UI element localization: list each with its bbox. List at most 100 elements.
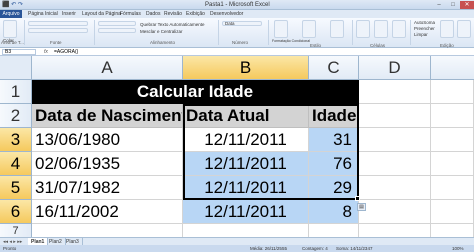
find-select-button[interactable] bbox=[457, 20, 471, 38]
status-count: Contagem: 4 bbox=[302, 246, 328, 251]
row-header-1[interactable]: 1 bbox=[0, 80, 32, 104]
current-date-cell[interactable]: 12/11/2011 bbox=[183, 128, 309, 152]
tab-file[interactable]: Arquivo bbox=[0, 10, 22, 18]
empty-cell[interactable] bbox=[359, 128, 431, 152]
delete-cells-button[interactable] bbox=[374, 20, 388, 38]
tab-page-layout[interactable]: Layout da Página bbox=[82, 10, 121, 18]
birth-date-cell[interactable]: 16/11/2002 bbox=[32, 200, 183, 224]
current-date-cell[interactable]: 12/11/2011 bbox=[183, 152, 309, 176]
indent-buttons[interactable] bbox=[98, 28, 136, 33]
empty-cell[interactable] bbox=[309, 224, 359, 238]
ribbon-divider bbox=[94, 20, 95, 45]
paste-button[interactable] bbox=[3, 20, 17, 38]
birth-date-cell[interactable]: 13/06/1980 bbox=[32, 128, 183, 152]
empty-cell[interactable] bbox=[359, 152, 431, 176]
empty-cell[interactable] bbox=[359, 80, 431, 104]
row-header-2[interactable]: 2 bbox=[0, 104, 32, 128]
row-header-5[interactable]: 5 bbox=[0, 176, 32, 200]
merge-center-button[interactable]: Mesclar e Centralizar bbox=[140, 29, 183, 34]
ribbon-divider bbox=[218, 20, 219, 45]
tab-formulas[interactable]: Fórmulas bbox=[120, 10, 141, 18]
cell-styles-button[interactable] bbox=[330, 20, 344, 38]
font-format-buttons[interactable] bbox=[28, 28, 88, 33]
ribbon-divider bbox=[410, 20, 411, 45]
autofill-options-icon[interactable]: ▤ bbox=[357, 203, 366, 211]
row-header-4[interactable]: 4 bbox=[0, 152, 32, 176]
window-title: Pasta1 - Microsoft Excel bbox=[205, 2, 270, 8]
minimize-icon[interactable]: – bbox=[433, 1, 445, 9]
status-sum: Soma: 14/11/2347 bbox=[336, 246, 373, 251]
header-cell-current-date[interactable]: Data Atual bbox=[183, 104, 309, 128]
empty-cell[interactable] bbox=[431, 224, 474, 238]
column-header-d[interactable]: D bbox=[359, 56, 431, 80]
sheet-tab-bar: ◂◂ ◂ ▸ ▸▸ Plan1 Plan2 Plan3 bbox=[0, 237, 474, 246]
empty-cell[interactable] bbox=[431, 128, 474, 152]
sort-filter-button[interactable] bbox=[440, 20, 454, 38]
select-all-corner[interactable] bbox=[0, 56, 32, 80]
fill-handle[interactable] bbox=[355, 196, 360, 201]
zoom-level[interactable]: 100% bbox=[452, 245, 464, 252]
font-name-select[interactable] bbox=[28, 21, 88, 26]
empty-cell[interactable] bbox=[359, 176, 431, 200]
tab-data[interactable]: Dados bbox=[146, 10, 160, 18]
ribbon-tabs: Arquivo Página Inicial Inserir Layout da… bbox=[0, 10, 474, 18]
tab-home[interactable]: Página Inicial bbox=[28, 10, 58, 18]
name-box[interactable]: B3 bbox=[2, 49, 36, 55]
status-mode: Pronto bbox=[3, 246, 17, 251]
sheet-title-cell[interactable]: Calcular Idade bbox=[32, 80, 359, 104]
empty-cell[interactable] bbox=[431, 152, 474, 176]
empty-cell[interactable] bbox=[359, 104, 431, 128]
empty-cell[interactable] bbox=[431, 200, 474, 224]
ribbon-divider bbox=[24, 20, 25, 45]
format-cells-button[interactable] bbox=[392, 20, 406, 38]
autosum-button[interactable]: AutoSoma bbox=[414, 20, 435, 25]
status-average: Média: 26/11/2555 bbox=[250, 246, 287, 251]
clear-button[interactable]: Limpar bbox=[414, 32, 428, 37]
insert-cells-button[interactable] bbox=[356, 20, 370, 38]
birth-date-cell[interactable]: 31/07/1982 bbox=[32, 176, 183, 200]
ribbon-divider bbox=[352, 20, 353, 45]
empty-cell[interactable] bbox=[183, 224, 309, 238]
column-header-a[interactable]: A bbox=[32, 56, 183, 80]
title-bar: ⬛ ↶ ↷ Pasta1 - Microsoft Excel – □ ✕ bbox=[0, 0, 474, 10]
fill-button[interactable]: Preencher bbox=[414, 26, 435, 31]
age-cell[interactable]: 29 bbox=[309, 176, 359, 200]
tab-view[interactable]: Exibição bbox=[186, 10, 205, 18]
group-font: Fonte bbox=[50, 40, 62, 45]
row-header-7[interactable]: 7 bbox=[0, 224, 32, 238]
column-header-e[interactable] bbox=[431, 56, 474, 80]
row-header-3[interactable]: 3 bbox=[0, 128, 32, 152]
header-cell-birth-date[interactable]: Data de Nascimento bbox=[32, 104, 183, 128]
formula-input[interactable]: =AGORA() bbox=[54, 48, 78, 56]
empty-cell[interactable] bbox=[359, 200, 431, 224]
close-icon[interactable]: ✕ bbox=[460, 1, 474, 9]
maximize-icon[interactable]: □ bbox=[447, 1, 459, 9]
empty-cell[interactable] bbox=[359, 224, 431, 238]
conditional-formatting-button[interactable] bbox=[274, 20, 288, 38]
fx-icon[interactable]: fx bbox=[44, 48, 48, 56]
empty-cell[interactable] bbox=[32, 224, 183, 238]
empty-cell[interactable] bbox=[431, 176, 474, 200]
current-date-cell[interactable]: 12/11/2011 bbox=[183, 200, 309, 224]
format-as-table-button[interactable] bbox=[302, 20, 316, 38]
empty-cell[interactable] bbox=[431, 80, 474, 104]
quick-access-toolbar[interactable]: ⬛ ↶ ↷ bbox=[2, 1, 26, 9]
group-alignment: Alinhamento bbox=[150, 40, 176, 45]
tab-insert[interactable]: Inserir bbox=[62, 10, 76, 18]
birth-date-cell[interactable]: 02/06/1935 bbox=[32, 152, 183, 176]
header-cell-age[interactable]: Idade bbox=[309, 104, 359, 128]
current-date-cell[interactable]: 12/11/2011 bbox=[183, 176, 309, 200]
alignment-buttons[interactable] bbox=[98, 21, 136, 26]
ribbon-divider bbox=[268, 20, 269, 45]
empty-cell[interactable] bbox=[431, 104, 474, 128]
age-cell[interactable]: 76 bbox=[309, 152, 359, 176]
column-header-b[interactable]: B bbox=[183, 56, 309, 80]
tab-review[interactable]: Revisão bbox=[164, 10, 182, 18]
wrap-text-button[interactable]: Quebrar Texto Automaticamente bbox=[140, 22, 204, 27]
row-header-6[interactable]: 6 bbox=[0, 200, 32, 224]
age-cell[interactable]: 31 bbox=[309, 128, 359, 152]
column-header-c[interactable]: C bbox=[309, 56, 359, 80]
age-cell[interactable]: 8 bbox=[309, 200, 359, 224]
tab-developer[interactable]: Desenvolvedor bbox=[210, 10, 243, 18]
number-format-value: Data bbox=[225, 21, 235, 26]
